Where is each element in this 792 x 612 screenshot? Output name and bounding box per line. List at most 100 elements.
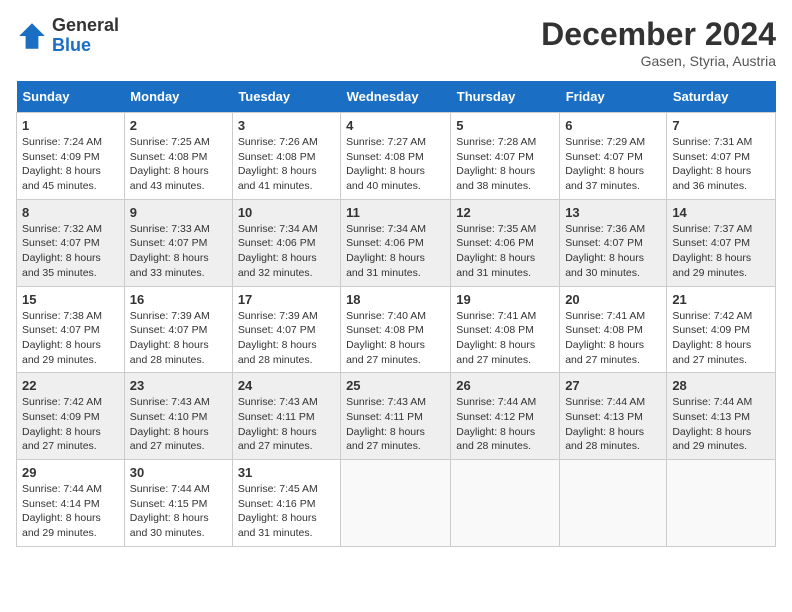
calendar-cell: 21 Sunrise: 7:42 AMSunset: 4:09 PMDayligh…	[667, 286, 776, 373]
calendar-cell: 12Sunrise: 7:35 AMSunset: 4:06 PMDayligh…	[451, 199, 560, 286]
calendar-cell: 11 Sunrise: 7:34 AMSunset: 4:06 PMDayligh…	[341, 199, 451, 286]
day-number: 13	[565, 205, 661, 220]
calendar-cell: 4 Sunrise: 7:27 AMSunset: 4:08 PMDaylight…	[341, 113, 451, 200]
logo: General Blue	[16, 16, 119, 56]
logo-blue: Blue	[52, 36, 119, 56]
day-info: Sunrise: 7:37 AMSunset: 4:07 PMDaylight:…	[672, 223, 752, 279]
day-info: Sunrise: 7:35 AMSunset: 4:06 PMDaylight:…	[456, 223, 536, 279]
day-info: Sunrise: 7:44 AMSunset: 4:13 PMDaylight:…	[672, 396, 752, 452]
calendar-cell	[341, 460, 451, 547]
calendar-cell: 5 Sunrise: 7:28 AMSunset: 4:07 PMDaylight…	[451, 113, 560, 200]
day-number: 17	[238, 292, 335, 307]
day-info: Sunrise: 7:44 AMSunset: 4:13 PMDaylight:…	[565, 396, 645, 452]
calendar-cell: 25Sunrise: 7:43 AMSunset: 4:11 PMDayligh…	[341, 373, 451, 460]
calendar-cell: 7Sunrise: 7:31 AMSunset: 4:07 PMDaylight…	[667, 113, 776, 200]
day-number: 15	[22, 292, 119, 307]
day-number: 21	[672, 292, 770, 307]
location: Gasen, Styria, Austria	[541, 53, 776, 69]
calendar-table: SundayMondayTuesdayWednesdayThursdayFrid…	[16, 81, 776, 547]
day-info: Sunrise: 7:41 AMSunset: 4:08 PMDaylight:…	[565, 310, 645, 366]
month-title: December 2024	[541, 16, 776, 53]
day-number: 31	[238, 465, 335, 480]
day-number: 27	[565, 378, 661, 393]
weekday-header: Thursday	[451, 81, 560, 113]
calendar-cell: 17 Sunrise: 7:39 AMSunset: 4:07 PMDayligh…	[232, 286, 340, 373]
day-info: Sunrise: 7:31 AMSunset: 4:07 PMDaylight:…	[672, 136, 752, 192]
day-number: 14	[672, 205, 770, 220]
logo-icon	[16, 20, 48, 52]
calendar-week-row: 8Sunrise: 7:32 AMSunset: 4:07 PMDaylight…	[17, 199, 776, 286]
weekday-header: Friday	[560, 81, 667, 113]
day-number: 26	[456, 378, 554, 393]
day-number: 29	[22, 465, 119, 480]
day-info: Sunrise: 7:42 AMSunset: 4:09 PMDaylight:…	[672, 310, 752, 366]
day-number: 24	[238, 378, 335, 393]
calendar-cell: 14 Sunrise: 7:37 AMSunset: 4:07 PMDayligh…	[667, 199, 776, 286]
calendar-week-row: 15 Sunrise: 7:38 AMSunset: 4:07 PMDayligh…	[17, 286, 776, 373]
day-number: 16	[130, 292, 227, 307]
calendar-cell: 1Sunrise: 7:24 AMSunset: 4:09 PMDaylight…	[17, 113, 125, 200]
day-info: Sunrise: 7:27 AMSunset: 4:08 PMDaylight:…	[346, 136, 426, 192]
day-info: Sunrise: 7:44 AMSunset: 4:14 PMDaylight:…	[22, 483, 102, 539]
day-number: 6	[565, 118, 661, 133]
calendar-week-row: 22 Sunrise: 7:42 AMSunset: 4:09 PMDayligh…	[17, 373, 776, 460]
day-number: 1	[22, 118, 119, 133]
day-info: Sunrise: 7:36 AMSunset: 4:07 PMDaylight:…	[565, 223, 645, 279]
calendar-cell: 26Sunrise: 7:44 AMSunset: 4:12 PMDayligh…	[451, 373, 560, 460]
day-number: 19	[456, 292, 554, 307]
page-header: General Blue December 2024 Gasen, Styria…	[16, 16, 776, 69]
day-info: Sunrise: 7:34 AMSunset: 4:06 PMDaylight:…	[238, 223, 318, 279]
day-info: Sunrise: 7:41 AMSunset: 4:08 PMDaylight:…	[456, 310, 536, 366]
calendar-cell: 9 Sunrise: 7:33 AMSunset: 4:07 PMDaylight…	[124, 199, 232, 286]
day-number: 11	[346, 205, 445, 220]
day-info: Sunrise: 7:43 AMSunset: 4:11 PMDaylight:…	[346, 396, 426, 452]
day-number: 30	[130, 465, 227, 480]
day-number: 20	[565, 292, 661, 307]
calendar-cell: 23Sunrise: 7:43 AMSunset: 4:10 PMDayligh…	[124, 373, 232, 460]
day-info: Sunrise: 7:34 AMSunset: 4:06 PMDaylight:…	[346, 223, 426, 279]
day-number: 2	[130, 118, 227, 133]
day-info: Sunrise: 7:38 AMSunset: 4:07 PMDaylight:…	[22, 310, 102, 366]
weekday-header-row: SundayMondayTuesdayWednesdayThursdayFrid…	[17, 81, 776, 113]
weekday-header: Sunday	[17, 81, 125, 113]
title-block: December 2024 Gasen, Styria, Austria	[541, 16, 776, 69]
day-number: 28	[672, 378, 770, 393]
day-info: Sunrise: 7:44 AMSunset: 4:15 PMDaylight:…	[130, 483, 210, 539]
logo-general: General	[52, 16, 119, 36]
day-number: 4	[346, 118, 445, 133]
day-number: 8	[22, 205, 119, 220]
weekday-header: Saturday	[667, 81, 776, 113]
day-info: Sunrise: 7:25 AMSunset: 4:08 PMDaylight:…	[130, 136, 210, 192]
calendar-cell: 16Sunrise: 7:39 AMSunset: 4:07 PMDayligh…	[124, 286, 232, 373]
calendar-cell: 28 Sunrise: 7:44 AMSunset: 4:13 PMDayligh…	[667, 373, 776, 460]
day-info: Sunrise: 7:29 AMSunset: 4:07 PMDaylight:…	[565, 136, 645, 192]
day-number: 18	[346, 292, 445, 307]
day-info: Sunrise: 7:42 AMSunset: 4:09 PMDaylight:…	[22, 396, 102, 452]
logo-text: General Blue	[52, 16, 119, 56]
day-number: 9	[130, 205, 227, 220]
calendar-cell	[667, 460, 776, 547]
calendar-cell: 20 Sunrise: 7:41 AMSunset: 4:08 PMDayligh…	[560, 286, 667, 373]
day-info: Sunrise: 7:40 AMSunset: 4:08 PMDaylight:…	[346, 310, 426, 366]
calendar-cell: 18 Sunrise: 7:40 AMSunset: 4:08 PMDayligh…	[341, 286, 451, 373]
calendar-cell: 27 Sunrise: 7:44 AMSunset: 4:13 PMDayligh…	[560, 373, 667, 460]
day-number: 5	[456, 118, 554, 133]
calendar-cell: 13 Sunrise: 7:36 AMSunset: 4:07 PMDayligh…	[560, 199, 667, 286]
calendar-cell: 19 Sunrise: 7:41 AMSunset: 4:08 PMDayligh…	[451, 286, 560, 373]
day-number: 10	[238, 205, 335, 220]
calendar-cell: 8Sunrise: 7:32 AMSunset: 4:07 PMDaylight…	[17, 199, 125, 286]
calendar-cell: 30 Sunrise: 7:44 AMSunset: 4:15 PMDayligh…	[124, 460, 232, 547]
day-number: 3	[238, 118, 335, 133]
day-info: Sunrise: 7:43 AMSunset: 4:11 PMDaylight:…	[238, 396, 318, 452]
weekday-header: Monday	[124, 81, 232, 113]
calendar-cell	[451, 460, 560, 547]
calendar-cell: 6 Sunrise: 7:29 AMSunset: 4:07 PMDaylight…	[560, 113, 667, 200]
day-number: 22	[22, 378, 119, 393]
calendar-week-row: 29 Sunrise: 7:44 AMSunset: 4:14 PMDayligh…	[17, 460, 776, 547]
calendar-cell: 29 Sunrise: 7:44 AMSunset: 4:14 PMDayligh…	[17, 460, 125, 547]
day-info: Sunrise: 7:39 AMSunset: 4:07 PMDaylight:…	[238, 310, 318, 366]
calendar-cell: 3Sunrise: 7:26 AMSunset: 4:08 PMDaylight…	[232, 113, 340, 200]
day-info: Sunrise: 7:33 AMSunset: 4:07 PMDaylight:…	[130, 223, 210, 279]
calendar-cell: 2 Sunrise: 7:25 AMSunset: 4:08 PMDaylight…	[124, 113, 232, 200]
day-info: Sunrise: 7:28 AMSunset: 4:07 PMDaylight:…	[456, 136, 536, 192]
